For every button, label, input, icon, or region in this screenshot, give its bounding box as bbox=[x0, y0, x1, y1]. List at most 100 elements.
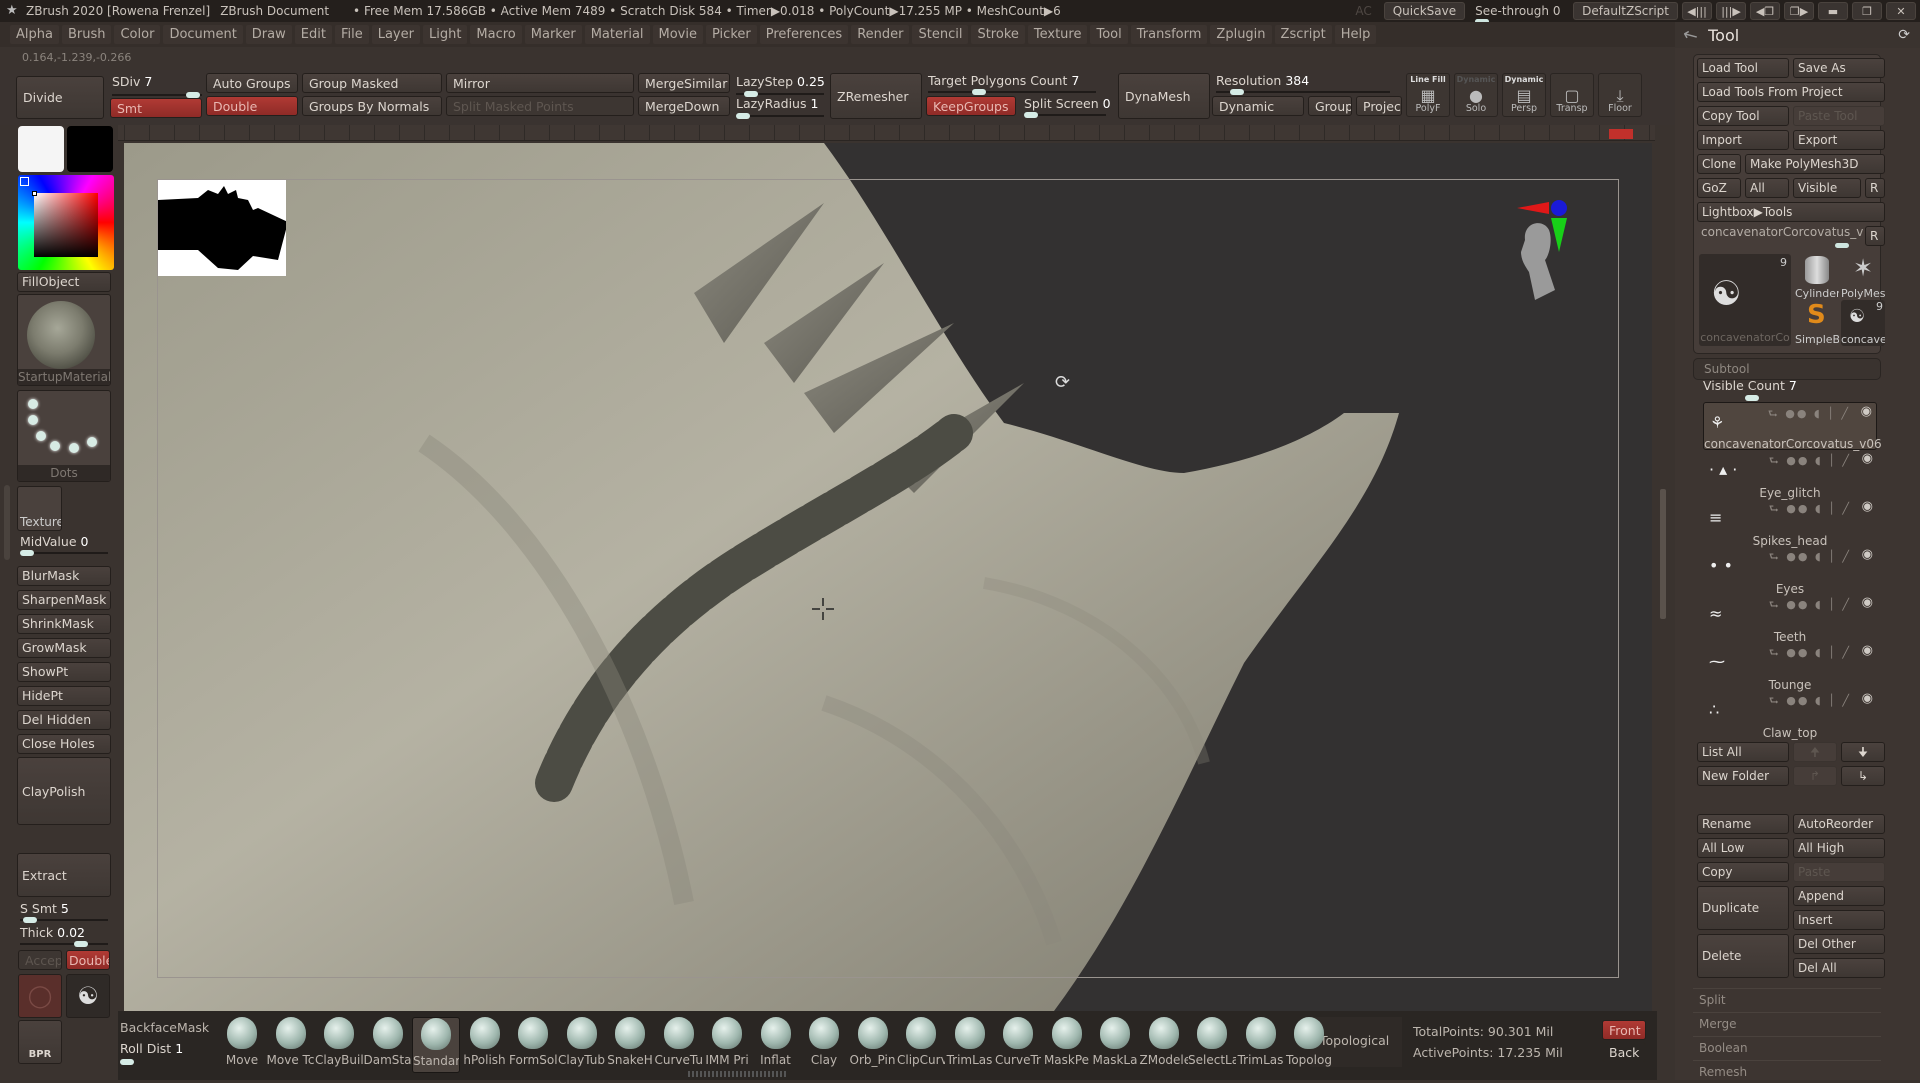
menu-brush[interactable]: Brush bbox=[61, 25, 112, 44]
divide-button[interactable]: Divide bbox=[16, 76, 104, 119]
subtool-controls[interactable]: ⮑ ●● ◖ │ ╱ bbox=[1769, 596, 1851, 615]
section-merge[interactable]: Merge bbox=[1693, 1012, 1881, 1035]
silhouette-thumbnail[interactable] bbox=[158, 180, 288, 276]
double-toggle[interactable]: Double bbox=[206, 96, 298, 116]
main-color-swatch[interactable] bbox=[18, 126, 64, 172]
roll-dist-slider[interactable]: Roll Dist 1 bbox=[120, 1041, 183, 1065]
visible-count-knob[interactable] bbox=[1745, 395, 1759, 401]
auto-groups-button[interactable]: Auto Groups bbox=[206, 73, 298, 93]
brush-maskla[interactable]: MaskLa bbox=[1091, 1017, 1139, 1073]
stroke-thumbnail[interactable]: Dots bbox=[17, 390, 111, 482]
visibility-eye-icon[interactable]: ◉ bbox=[1862, 643, 1873, 658]
save-as-button[interactable]: Save As bbox=[1793, 58, 1885, 78]
menu-zplugin[interactable]: Zplugin bbox=[1210, 25, 1272, 44]
roll-dist-knob[interactable] bbox=[120, 1059, 134, 1065]
default-zscript-button[interactable]: DefaultZScript bbox=[1573, 2, 1678, 20]
menu-file[interactable]: File bbox=[334, 25, 369, 44]
brush-move[interactable]: Move bbox=[218, 1017, 266, 1073]
tool-thumb-polymesh[interactable]: ✶ PolyMes bbox=[1841, 254, 1885, 300]
lightbox-tools-button[interactable]: Lightbox▶Tools bbox=[1697, 202, 1885, 222]
copy-tool-button[interactable]: Copy Tool bbox=[1697, 106, 1789, 126]
brush-standar[interactable]: Standar bbox=[412, 1017, 460, 1073]
left-tray-scrollbar[interactable] bbox=[4, 485, 10, 560]
groups-by-normals-button[interactable]: Groups By Normals bbox=[302, 96, 442, 116]
visible-count-slider[interactable]: Visible Count 7 bbox=[1703, 378, 1873, 401]
visibility-eye-icon[interactable]: ◉ bbox=[1862, 691, 1873, 706]
brush-topolog[interactable]: Topolog bbox=[1285, 1017, 1333, 1073]
brush-clay[interactable]: Clay bbox=[800, 1017, 848, 1073]
subtool-controls[interactable]: ⮑ ●● ◖ │ ╱ bbox=[1769, 500, 1851, 519]
split-screen-knob[interactable] bbox=[1024, 112, 1038, 118]
visibility-eye-icon[interactable]: ◉ bbox=[1861, 404, 1872, 419]
midvalue-knob[interactable] bbox=[20, 550, 34, 556]
subtool-controls[interactable]: ⮑ ●● ◖ │ ╱ bbox=[1769, 548, 1851, 567]
split-masked-points-button[interactable]: Split Masked Points bbox=[446, 96, 634, 116]
target-polygons-knob[interactable] bbox=[972, 89, 986, 95]
section-boolean[interactable]: Boolean bbox=[1693, 1036, 1881, 1059]
goz-r-button[interactable]: R bbox=[1865, 178, 1885, 198]
bpr-render-button[interactable]: BPR bbox=[18, 1020, 62, 1064]
quicksave-button[interactable]: QuickSave bbox=[1383, 2, 1466, 20]
groups-toggle[interactable]: Groups bbox=[1308, 96, 1352, 116]
make-polymesh3d-button[interactable]: Make PolyMesh3D bbox=[1745, 154, 1885, 174]
color-picker[interactable] bbox=[18, 175, 114, 270]
menu-draw[interactable]: Draw bbox=[245, 25, 292, 44]
subtool-item[interactable]: ⚘ ⮑ ●● ◖ │ ╱ ◉ concavenatorCorcovatus_v06 bbox=[1703, 402, 1882, 451]
brush-trimlas[interactable]: TrimLas bbox=[946, 1017, 994, 1073]
menu-edit[interactable]: Edit bbox=[294, 25, 332, 44]
sv-marker[interactable] bbox=[32, 191, 37, 196]
menu-stroke[interactable]: Stroke bbox=[971, 25, 1025, 44]
move-up-icon[interactable]: 🠉 bbox=[1793, 742, 1837, 762]
sdiv-slider[interactable]: SDiv 7 bbox=[112, 74, 204, 98]
expand-ui-icon[interactable]: |||▶ bbox=[1716, 2, 1746, 20]
split-screen-slider[interactable]: Split Screen 0 bbox=[1024, 96, 1111, 118]
hidept-button[interactable]: HidePt bbox=[17, 686, 111, 706]
menu-color[interactable]: Color bbox=[114, 25, 161, 44]
subtool-controls[interactable]: ⮑ ●● ◖ │ ╱ bbox=[1769, 692, 1851, 711]
smooth-toggle[interactable]: Smt bbox=[110, 98, 202, 118]
back-button[interactable]: Back bbox=[1602, 1042, 1646, 1062]
sharpenmask-button[interactable]: SharpenMask bbox=[17, 590, 111, 610]
goz-button[interactable]: GoZ bbox=[1697, 178, 1741, 198]
move-down-icon[interactable]: 🠋 bbox=[1841, 742, 1885, 762]
menu-zscript[interactable]: Zscript bbox=[1274, 25, 1332, 44]
dynamic-toggle[interactable]: Dynamic bbox=[1212, 96, 1304, 116]
secondary-color-swatch[interactable] bbox=[67, 126, 113, 172]
menu-render[interactable]: Render bbox=[851, 25, 910, 44]
texture-thumbnail[interactable]: Texture bbox=[17, 486, 62, 531]
palette-pick-icon[interactable]: ↖ bbox=[1679, 22, 1703, 48]
brush-snakeh[interactable]: SnakeH bbox=[606, 1017, 654, 1073]
merge-down-button[interactable]: MergeDown bbox=[638, 96, 730, 116]
current-tool-name[interactable]: concavenatorCorcovatus_v06 bbox=[1701, 225, 1863, 239]
tool-r-button[interactable]: R bbox=[1865, 226, 1885, 246]
brush-inflat[interactable]: Inflat bbox=[752, 1017, 800, 1073]
insert-button[interactable]: Insert bbox=[1793, 910, 1885, 930]
menu-movie[interactable]: Movie bbox=[652, 25, 703, 44]
delete-button[interactable]: Delete bbox=[1697, 934, 1789, 978]
group-masked-button[interactable]: Group Masked bbox=[302, 73, 442, 93]
menu-picker[interactable]: Picker bbox=[706, 25, 757, 44]
brush-formsol[interactable]: FormSol bbox=[509, 1017, 557, 1073]
paste-subtool-button[interactable]: Paste bbox=[1793, 862, 1885, 882]
solo-button[interactable]: Dynamic ● Solo bbox=[1454, 73, 1498, 117]
menu-help[interactable]: Help bbox=[1334, 25, 1377, 44]
resolution-knob[interactable] bbox=[1230, 89, 1244, 95]
menu-layer[interactable]: Layer bbox=[371, 25, 420, 44]
load-tools-from-project-button[interactable]: Load Tools From Project bbox=[1697, 82, 1885, 102]
menu-texture[interactable]: Texture bbox=[1027, 25, 1088, 44]
minimize-icon[interactable]: ▬ bbox=[1818, 2, 1848, 20]
brush-claybuil[interactable]: ClayBuil bbox=[315, 1017, 363, 1073]
saturation-value-square[interactable] bbox=[34, 193, 98, 257]
accept-button[interactable]: Accept bbox=[18, 950, 62, 970]
brush-zmodele[interactable]: ZModele bbox=[1140, 1017, 1188, 1073]
lazystep-slider[interactable]: LazyStep 0.25 bbox=[736, 74, 826, 97]
subtool-controls[interactable]: ⮑ ●● ◖ │ ╱ bbox=[1769, 452, 1851, 471]
subtool-item[interactable]: • • ⮑ ●● ◖ │ ╱ ◉ Eyes bbox=[1703, 546, 1877, 596]
visibility-eye-icon[interactable]: ◉ bbox=[1862, 451, 1873, 466]
perspective-button[interactable]: Dynamic ▤ Persp bbox=[1502, 73, 1546, 117]
brush-trimlas[interactable]: TrimLas bbox=[1237, 1017, 1285, 1073]
close-holes-button[interactable]: Close Holes bbox=[17, 734, 111, 754]
tool-thumb-simplebrush[interactable]: S SimpleB bbox=[1795, 300, 1839, 346]
brush-clipcurv[interactable]: ClipCurv bbox=[897, 1017, 945, 1073]
extract-button[interactable]: Extract bbox=[17, 853, 111, 897]
